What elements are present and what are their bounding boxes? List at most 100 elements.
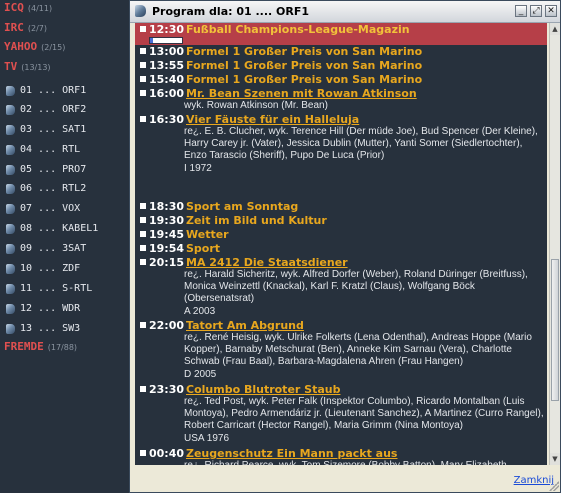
program-title: Formel 1 Großer Preis von San Marino	[186, 59, 423, 72]
program-entry-header: 19:54 Sport	[135, 242, 547, 255]
program-description: re¿. Ted Post, wyk. Peter Falk (Inspekto…	[184, 396, 544, 432]
program-entry[interactable]: 00:40Zeugenschutz Ein Mann packt ausre¿.…	[135, 447, 547, 465]
bullet-icon	[140, 203, 146, 209]
program-entry-header: 18:30 Sport am Sonntag	[135, 200, 547, 213]
program-entry[interactable]: 19:45 Wetter	[135, 228, 547, 241]
group-tv[interactable]: TV (13/13)	[4, 60, 51, 73]
channel-item[interactable]: 07 ... VOX	[6, 198, 81, 214]
program-origin: USA 1976	[184, 432, 230, 444]
program-title[interactable]: Vier Fäuste für ein Halleluja	[186, 113, 359, 126]
program-description: re¿. E. B. Clucher, wyk. Terence Hill (D…	[184, 126, 538, 162]
program-entry[interactable]: 13:55 Formel 1 Großer Preis von San Marin…	[135, 59, 547, 72]
channel-icon	[6, 223, 15, 234]
scroll-up-arrow-icon[interactable]: ▲	[550, 23, 560, 35]
channel-item[interactable]: 08 ... KABEL1	[6, 218, 99, 234]
program-title: Formel 1 Großer Preis von San Marino	[186, 73, 423, 86]
program-time: 12:30	[149, 23, 185, 36]
channel-icon	[6, 183, 15, 194]
program-time: 00:40	[149, 447, 185, 460]
program-title: Formel 1 Großer Preis von San Marino	[186, 45, 423, 58]
bullet-icon	[140, 245, 146, 251]
group-fremde[interactable]: FREMDE (17/88)	[4, 340, 77, 353]
channel-item[interactable]: 04 ... RTL	[6, 139, 80, 155]
channel-icon	[6, 303, 15, 314]
program-title[interactable]: MA 2412 Die Staatsdiener	[186, 256, 348, 269]
program-entry[interactable]: 15:40 Formel 1 Großer Preis von San Marin…	[135, 73, 547, 86]
channel-item[interactable]: 13 ... SW3	[6, 318, 80, 334]
program-entry[interactable]: 12:30 Fußball Champions-League-Magazin	[135, 23, 547, 45]
program-entry[interactable]: 22:00 Tatort Am Abgrund re¿. René Heisig, …	[135, 319, 547, 381]
progress-bar	[149, 37, 183, 44]
channel-icon	[6, 164, 15, 175]
program-entry[interactable]: 13:00 Formel 1 Großer Preis von San Marin…	[135, 45, 547, 58]
bullet-icon	[140, 26, 146, 32]
group-count: (17/88)	[47, 343, 78, 352]
group-label: IRC	[4, 21, 24, 34]
program-description: re¿. Harald Sicheritz, wyk. Alfred Dorfe…	[184, 269, 528, 305]
program-entry[interactable]: 19:30 Zeit im Bild und Kultur	[135, 214, 547, 227]
program-title[interactable]: Zeugenschutz Ein Mann packt aus	[186, 447, 397, 460]
program-entry[interactable]: 23:30 Columbo Blutroter Staub re¿. Ted Pos…	[135, 383, 547, 445]
group-label: ICQ	[4, 1, 24, 14]
channel-label: 05 ... PRO7	[20, 164, 87, 175]
bullet-icon	[140, 217, 146, 223]
program-entry[interactable]: 16:30 Vier Fäuste für ein Halleluja re¿. E…	[135, 113, 547, 175]
program-window: Program dla: 01 .... ORF1 _ ⤢ ✕ 12:30 Fuß…	[129, 0, 561, 493]
program-title: Zeit im Bild und Kultur	[186, 214, 327, 227]
channel-item[interactable]: 09 ... 3SAT	[6, 238, 87, 254]
channel-item[interactable]: 03 ... SAT1	[6, 119, 87, 135]
program-entry-header: 23:30 Columbo Blutroter Staub	[135, 383, 547, 396]
program-entry-header: 12:30 Fußball Champions-League-Magazin	[135, 23, 547, 36]
group-irc[interactable]: IRC (2/7)	[4, 21, 47, 34]
program-time: 15:40	[149, 73, 185, 86]
program-entry-header: 13:55 Formel 1 Großer Preis von San Marin…	[135, 59, 547, 72]
program-time: 13:55	[149, 59, 185, 72]
program-entry-header: 19:45 Wetter	[135, 228, 547, 241]
group-label: TV	[4, 60, 18, 73]
maximize-button[interactable]: ⤢	[530, 5, 542, 17]
channel-icon	[6, 203, 15, 214]
group-yahoo[interactable]: YAHOO (2/15)	[4, 40, 65, 53]
channel-item[interactable]: 02 ... ORF2	[6, 99, 86, 115]
vertical-scrollbar[interactable]: ▲ ▼	[549, 23, 560, 465]
title-bar[interactable]: Program dla: 01 .... ORF1 _ ⤢ ✕	[130, 1, 560, 23]
channel-item[interactable]: 05 ... PRO7	[6, 159, 87, 175]
progress-fill	[150, 38, 154, 43]
program-entry[interactable]: 19:54 Sport	[135, 242, 547, 255]
group-icq[interactable]: ICQ (4/11)	[4, 1, 52, 14]
channel-label: 07 ... VOX	[20, 203, 81, 214]
program-entry-header: 16:30 Vier Fäuste für ein Halleluja	[135, 113, 547, 126]
group-label: FREMDE	[4, 340, 44, 353]
channel-item[interactable]: 12 ... WDR	[6, 298, 80, 314]
program-entry[interactable]: 18:30 Sport am Sonntag	[135, 200, 547, 213]
channel-item[interactable]: 10 ... ZDF	[6, 258, 81, 274]
program-title[interactable]: Tatort Am Abgrund	[186, 319, 304, 332]
scroll-down-arrow-icon[interactable]: ▼	[550, 453, 560, 465]
bullet-icon	[140, 62, 146, 68]
program-title[interactable]: Columbo Blutroter Staub	[186, 383, 340, 396]
program-description: wyk. Rowan Atkinson (Mr. Bean)	[184, 100, 328, 111]
channel-label: 08 ... KABEL1	[20, 223, 99, 234]
channel-label: 03 ... SAT1	[20, 124, 87, 135]
program-title: Fußball Champions-League-Magazin	[186, 23, 410, 36]
program-entry[interactable]: 20:15 MA 2412 Die Staatsdiener re¿. Harald…	[135, 256, 547, 318]
channel-item[interactable]: 01 ... ORF1	[6, 80, 86, 96]
scroll-thumb[interactable]	[551, 259, 559, 401]
channel-icon	[6, 144, 15, 155]
bullet-icon	[140, 48, 146, 54]
minimize-button[interactable]: _	[515, 5, 527, 17]
channel-label: 09 ... 3SAT	[20, 243, 87, 254]
group-label: YAHOO	[4, 40, 38, 53]
close-link[interactable]: Zamknij	[514, 475, 554, 486]
channel-item[interactable]: 06 ... RTL2	[6, 178, 86, 194]
window-title: Program dla: 01 .... ORF1	[152, 5, 310, 18]
program-entry[interactable]: 16:00 Mr. Bean Szenen mit Rowan Atkinson w…	[135, 87, 547, 112]
program-list: 12:30 Fußball Champions-League-Magazin 13:…	[135, 23, 547, 465]
channel-item[interactable]: 11 ... S-RTL	[6, 278, 92, 294]
resize-grip-icon[interactable]	[549, 481, 559, 491]
program-time: 18:30	[149, 200, 185, 213]
program-title[interactable]: Mr. Bean Szenen mit Rowan Atkinson	[186, 87, 417, 100]
channel-label: 10 ... ZDF	[20, 263, 81, 274]
program-title: Wetter	[186, 228, 229, 241]
close-button[interactable]: ✕	[545, 5, 557, 17]
